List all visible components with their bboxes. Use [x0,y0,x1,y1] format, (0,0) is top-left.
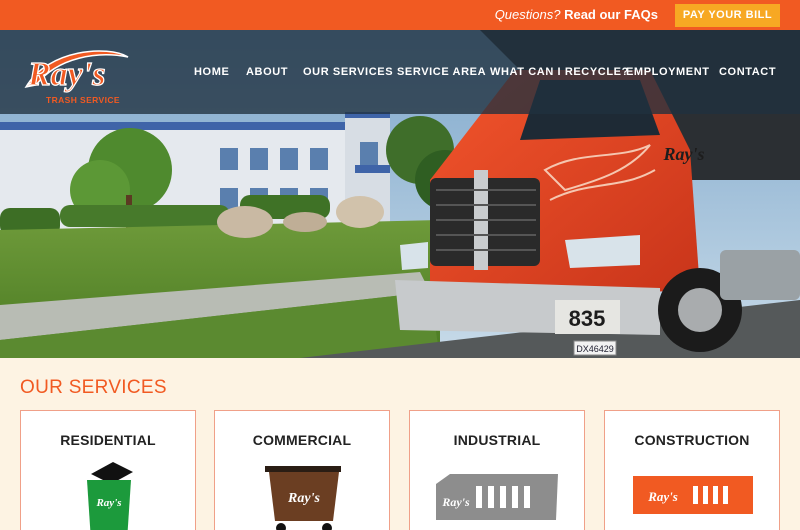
pay-bill-button[interactable]: PAY YOUR BILL [675,4,780,27]
nav-what-can-i-recycle[interactable]: WHAT CAN I RECYCLE? [490,66,629,78]
services-heading: OUR SERVICES [20,377,167,398]
nav-employment[interactable]: EMPLOYMENT [626,66,710,78]
svg-text:Ray's: Ray's [287,491,320,506]
truck-door-logo: Ray's [662,144,704,164]
svg-text:Ray's: Ray's [95,497,121,509]
service-card-commercial[interactable]: COMMERCIAL Ray's [214,410,390,530]
main-nav: HOME ABOUT OUR SERVICES SERVICE AREA WHA… [0,66,800,80]
service-card-label: CONSTRUCTION [634,432,750,448]
faq-link-label[interactable]: Read our FAQs [564,7,658,22]
service-card-label: COMMERCIAL [252,432,352,448]
green-trash-cart-icon: Ray's [87,462,133,530]
truck-number: 835 [569,306,606,331]
nav-service-area[interactable]: SERVICE AREA [397,66,486,78]
nav-about[interactable]: ABOUT [246,66,288,78]
license-plate: DX46429 [576,344,614,354]
service-card-label: RESIDENTIAL [60,432,156,448]
logo-subtitle: TRASH SERVICE [46,95,120,105]
orange-roll-off-icon: Ray's [633,476,753,514]
service-card-construction[interactable]: CONSTRUCTION Ray's [604,410,780,530]
service-card-industrial[interactable]: INDUSTRIAL Ray's [409,410,585,530]
nav-contact[interactable]: CONTACT [719,66,776,78]
service-card-label: INDUSTRIAL [453,432,541,448]
gray-compactor-icon: Ray's [436,474,558,520]
nav-our-services[interactable]: OUR SERVICES [303,66,393,78]
service-card-residential[interactable]: RESIDENTIAL Ray's [20,410,196,530]
brown-dumpster-icon: Ray's [265,466,341,530]
nav-home[interactable]: HOME [194,66,229,78]
faq-prefix: Questions? [494,7,561,22]
svg-text:Ray's: Ray's [647,489,678,504]
svg-text:Ray's: Ray's [441,495,470,509]
faq-link[interactable]: Questions? Read our FAQs [495,7,658,22]
top-bar: Questions? Read our FAQs PAY YOUR BILL [0,0,800,30]
